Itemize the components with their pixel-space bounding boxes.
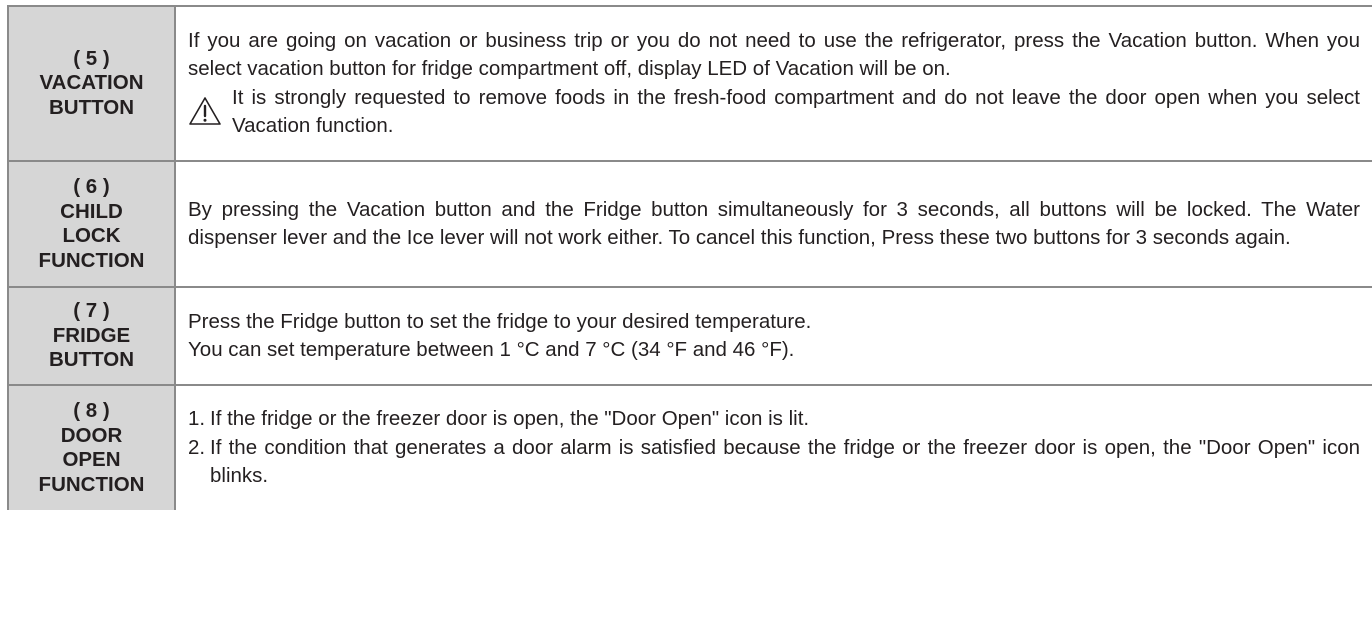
list-item: 1. If the fridge or the freezer door is …: [188, 405, 1360, 434]
description-text: Press the Fridge button to set the fridg…: [188, 309, 812, 333]
row-title-line: VACATION: [39, 71, 144, 95]
row-title-line: DOOR: [60, 423, 123, 447]
row-title-line: BUTTON: [48, 95, 135, 119]
instruction-table: ( 5 ) VACATION BUTTON If you are going o…: [7, 5, 1372, 510]
row-label-child-lock: ( 6 ) CHILD LOCK FUNCTION: [7, 162, 176, 286]
list-item-number: 1.: [188, 407, 206, 431]
row-title-line: LOCK: [62, 224, 121, 247]
row-title-line: OPEN: [62, 448, 121, 471]
numbered-list: 1. If the fridge or the freezer door is …: [188, 405, 1360, 491]
table-row: ( 8 ) DOOR OPEN FUNCTION 1. If the fridg…: [7, 386, 1372, 510]
row-content-fridge: Press the Fridge button to set the fridg…: [176, 288, 1372, 384]
row-number: ( 7 ): [73, 299, 110, 323]
list-item-number: 2.: [188, 435, 206, 459]
row-number: ( 5 ): [73, 46, 110, 70]
row-number: ( 6 ): [73, 175, 110, 198]
row-title-line: FUNCTION: [38, 472, 145, 496]
row-title-line: CHILD: [60, 199, 123, 223]
warning-note: It is strongly requested to remove foods…: [188, 84, 1360, 141]
row-label-door-open: ( 8 ) DOOR OPEN FUNCTION: [7, 386, 176, 510]
table-row: ( 5 ) VACATION BUTTON If you are going o…: [7, 5, 1372, 162]
row-content-child-lock: By pressing the Vacation button and the …: [176, 162, 1372, 286]
list-item-text: If the fridge or the freezer door is ope…: [210, 407, 810, 431]
row-label-fridge: ( 7 ) FRIDGE BUTTON: [7, 288, 176, 384]
row-title-line: BUTTON: [48, 348, 135, 372]
row-title-line: FRIDGE: [52, 323, 131, 347]
description-text: If you are going on vacation or business…: [188, 28, 1360, 81]
row-content-vacation: If you are going on vacation or business…: [176, 7, 1372, 160]
warning-triangle-icon: [188, 84, 232, 135]
list-item-text: If the condition that generates a door a…: [210, 435, 1360, 488]
row-title-line: FUNCTION: [38, 248, 145, 272]
row-content-door-open: 1. If the fridge or the freezer door is …: [176, 386, 1372, 510]
row-number: ( 8 ): [73, 399, 110, 422]
table-row: ( 7 ) FRIDGE BUTTON Press the Fridge but…: [7, 288, 1372, 386]
warning-text: It is strongly requested to remove foods…: [232, 85, 1360, 138]
description-text: You can set temperature between 1 °C and…: [188, 338, 795, 361]
list-item: 2. If the condition that generates a doo…: [188, 434, 1360, 491]
table-row: ( 6 ) CHILD LOCK FUNCTION By pressing th…: [7, 162, 1372, 288]
row-label-vacation: ( 5 ) VACATION BUTTON: [7, 7, 176, 160]
description-text: By pressing the Vacation button and the …: [188, 197, 1360, 250]
